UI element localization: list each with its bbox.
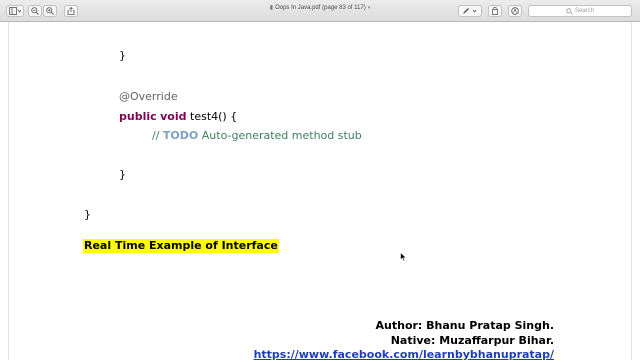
pdf-page: } @Override public void test4() { // TOD… [8, 22, 632, 361]
rotate-icon [492, 7, 498, 15]
code-close-brace: } [119, 168, 126, 181]
code-method-name: test4() { [190, 110, 238, 123]
rotate-button[interactable] [488, 5, 502, 17]
chevron-down-icon[interactable]: ▾ [368, 5, 371, 11]
code-comment-text: Auto-generated method stub [201, 129, 362, 142]
code-keyword-public: public [119, 110, 157, 123]
markup-button[interactable] [458, 5, 482, 17]
annotate-button[interactable] [508, 5, 522, 17]
author-line: Author: Bhanu Pratap Singh. [375, 319, 554, 332]
mouse-cursor-icon [400, 252, 407, 262]
search-icon [566, 7, 573, 15]
search-field[interactable]: Search [528, 5, 632, 17]
code-comment-slashes: // [152, 129, 160, 142]
code-close-brace: } [119, 49, 126, 62]
window-toolbar: ▮ Oops In Java.pdf (page 83 of 117) ▾ Sear… [0, 0, 640, 22]
section-heading: Real Time Example of Interface [83, 239, 279, 253]
annotate-icon [511, 7, 519, 15]
native-line: Native: Muzaffarpur Bihar. [390, 334, 554, 347]
code-annotation: @Override [119, 90, 178, 103]
code-method-signature: public void test4() { [119, 110, 237, 124]
code-close-brace: } [84, 208, 91, 221]
code-keyword-void: void [160, 110, 187, 123]
document-icon: ▮ [269, 5, 274, 11]
search-placeholder: Search [574, 8, 594, 14]
window-title-text: Oops In Java.pdf (page 83 of 117) [275, 5, 366, 11]
code-comment-todo: TODO [162, 129, 199, 142]
markup-pen-icon [463, 8, 477, 14]
code-comment: // TODO Auto-generated method stub [152, 129, 362, 143]
